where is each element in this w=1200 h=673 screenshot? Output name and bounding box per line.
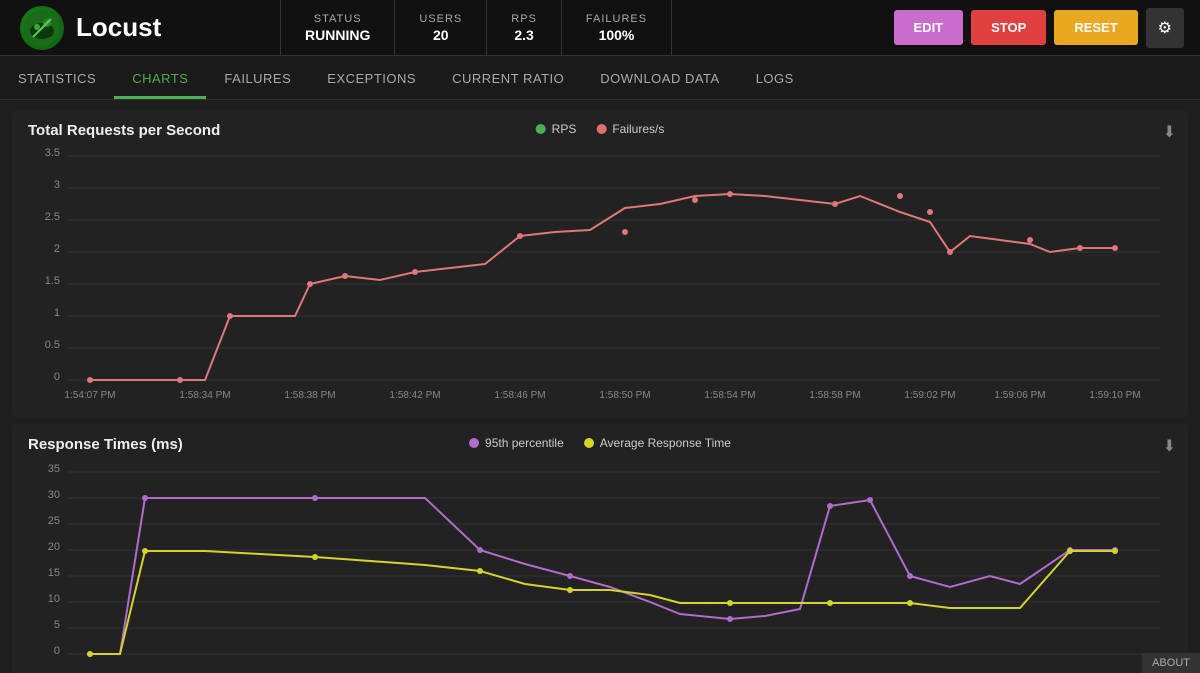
rps-chart-svg: 0 0.5 1 1.5 2 2.5 3 3.5 1:54:07 PM 1:58:…: [28, 140, 1172, 410]
svg-text:5: 5: [54, 619, 60, 631]
svg-text:15: 15: [48, 567, 60, 579]
status-label: STATUS: [314, 13, 362, 25]
failures-stat: FAILURES 100%: [561, 0, 672, 55]
failures-label: FAILURES: [586, 13, 647, 25]
navigation: STATISTICS CHARTS FAILURES EXCEPTIONS CU…: [0, 56, 1200, 100]
avg-legend-dot: [584, 438, 594, 448]
tab-failures[interactable]: FAILURES: [206, 61, 309, 99]
svg-text:1:58:50 PM: 1:58:50 PM: [599, 390, 650, 401]
response-chart-svg: 0 5 10 15 20 25 30 35: [28, 454, 1172, 673]
tab-charts[interactable]: CHARTS: [114, 61, 206, 99]
svg-text:3: 3: [54, 179, 60, 191]
logo-icon: [20, 6, 64, 50]
tab-current-ratio[interactable]: CURRENT RATIO: [434, 61, 582, 99]
users-label: USERS: [419, 13, 462, 25]
svg-text:35: 35: [48, 463, 60, 475]
p95-legend-dot: [469, 438, 479, 448]
response-chart-title: Response Times (ms): [28, 436, 183, 453]
avg-legend-item: Average Response Time: [584, 436, 731, 450]
header-buttons: EDIT STOP RESET ⚙: [878, 8, 1200, 48]
settings-button[interactable]: ⚙: [1146, 8, 1184, 48]
svg-text:1:58:38 PM: 1:58:38 PM: [284, 390, 335, 401]
svg-text:1:59:06 PM: 1:59:06 PM: [994, 390, 1045, 401]
p95-legend-label: 95th percentile: [485, 436, 564, 450]
svg-text:1:59:02 PM: 1:59:02 PM: [904, 390, 955, 401]
svg-text:1: 1: [54, 307, 60, 319]
tab-logs[interactable]: LOGS: [738, 61, 812, 99]
svg-text:0: 0: [54, 371, 60, 383]
rps-value: 2.3: [514, 27, 533, 43]
rps-chart-title: Total Requests per Second: [28, 122, 220, 139]
stop-button[interactable]: STOP: [971, 10, 1046, 45]
logo-area: Locust: [0, 6, 280, 50]
p95-legend-item: 95th percentile: [469, 436, 564, 450]
reset-button[interactable]: RESET: [1054, 10, 1137, 45]
response-chart-legend: 95th percentile Average Response Time: [469, 436, 731, 450]
svg-text:10: 10: [48, 593, 60, 605]
rps-label: RPS: [511, 13, 537, 25]
app-title: Locust: [76, 12, 161, 43]
rps-chart-download[interactable]: ⬇: [1163, 122, 1176, 142]
svg-text:25: 25: [48, 515, 60, 527]
svg-text:0.5: 0.5: [45, 339, 60, 351]
svg-text:1:58:34 PM: 1:58:34 PM: [179, 390, 230, 401]
failures-value: 100%: [599, 27, 635, 43]
response-chart-download[interactable]: ⬇: [1163, 436, 1176, 456]
rps-chart-legend: RPS Failures/s: [536, 122, 665, 136]
svg-text:30: 30: [48, 489, 60, 501]
users-value: 20: [433, 27, 449, 43]
svg-text:0: 0: [54, 645, 60, 657]
rps-legend-item: RPS: [536, 122, 577, 136]
svg-text:1:59:10 PM: 1:59:10 PM: [1089, 390, 1140, 401]
header-stats: STATUS RUNNING USERS 20 RPS 2.3 FAILURES…: [280, 0, 878, 55]
tab-statistics[interactable]: STATISTICS: [0, 61, 114, 99]
rps-legend-dot: [536, 124, 546, 134]
failures-legend-label: Failures/s: [612, 122, 664, 136]
about-badge[interactable]: ABOUT: [1142, 653, 1200, 673]
failures-legend-dot: [596, 124, 606, 134]
failures-legend-item: Failures/s: [596, 122, 664, 136]
svg-text:2.5: 2.5: [45, 211, 60, 223]
header: Locust STATUS RUNNING USERS 20 RPS 2.3 F…: [0, 0, 1200, 56]
svg-text:1:58:58 PM: 1:58:58 PM: [809, 390, 860, 401]
rps-stat: RPS 2.3: [486, 0, 562, 55]
status-value: RUNNING: [305, 27, 370, 43]
svg-text:1:54:07 PM: 1:54:07 PM: [64, 390, 115, 401]
svg-text:2: 2: [54, 243, 60, 255]
svg-text:1:58:42 PM: 1:58:42 PM: [389, 390, 440, 401]
svg-text:1.5: 1.5: [45, 275, 60, 287]
svg-text:1:58:54 PM: 1:58:54 PM: [704, 390, 755, 401]
rps-chart-container: Total Requests per Second RPS Failures/s…: [12, 110, 1188, 418]
svg-text:20: 20: [48, 541, 60, 553]
status-stat: STATUS RUNNING: [280, 0, 395, 55]
users-stat: USERS 20: [394, 0, 487, 55]
tab-download-data[interactable]: DOWNLOAD DATA: [582, 61, 737, 99]
rps-legend-label: RPS: [552, 122, 577, 136]
edit-button[interactable]: EDIT: [894, 10, 964, 45]
charts-area: Total Requests per Second RPS Failures/s…: [0, 100, 1200, 673]
svg-text:3.5: 3.5: [45, 147, 60, 159]
avg-legend-label: Average Response Time: [600, 436, 731, 450]
response-chart-container: Response Times (ms) 95th percentile Aver…: [12, 424, 1188, 673]
tab-exceptions[interactable]: EXCEPTIONS: [309, 61, 434, 99]
svg-text:1:58:46 PM: 1:58:46 PM: [494, 390, 545, 401]
